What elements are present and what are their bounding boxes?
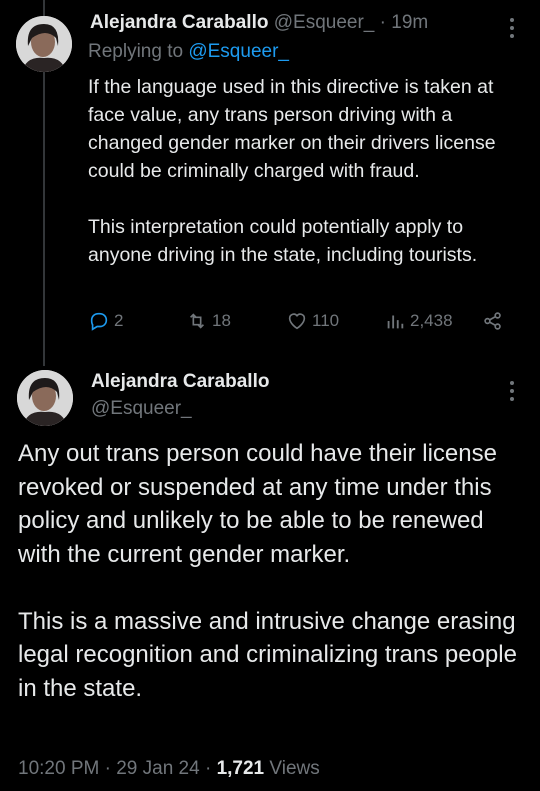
tweet-views-label: Views [269, 758, 320, 779]
main-avatar[interactable] [17, 370, 73, 426]
more-dots-icon[interactable] [509, 380, 515, 402]
tweet-meta: 10:20 PM · 29 Jan 24 · 1,721 Views [18, 758, 320, 779]
reply-author-name[interactable]: Alejandra Caraballo [90, 12, 268, 33]
main-author-name[interactable]: Alejandra Caraballo [91, 371, 269, 393]
avatar-image [16, 16, 72, 72]
reply-author-handle[interactable]: @Esqueer_ [274, 12, 375, 33]
replying-to-handle[interactable]: @Esqueer_ [188, 41, 289, 62]
reply-avatar[interactable] [16, 16, 72, 72]
reply-timestamp[interactable]: · 19m [380, 12, 429, 33]
retweet-count: 18 [212, 311, 231, 330]
views-button[interactable]: 2,438 [384, 310, 453, 332]
reply-count: 2 [114, 311, 124, 330]
views-chart-icon [387, 315, 404, 329]
retweet-button[interactable]: 18 [186, 310, 231, 332]
share-button[interactable] [482, 310, 504, 332]
reply-action-bar: 2 18 110 2,438 [88, 310, 518, 340]
like-count: 110 [312, 311, 340, 330]
tweet-date[interactable]: 29 Jan 24 [116, 758, 199, 779]
main-author-handle[interactable]: @Esqueer_ [91, 398, 192, 420]
avatar-image [17, 370, 73, 426]
heart-icon [288, 313, 306, 330]
views-count: 2,438 [410, 311, 453, 330]
reply-header: Alejandra Caraballo @Esqueer_ · 19m [90, 12, 428, 34]
tweet-views-count: 1,721 [216, 758, 265, 779]
reply-button[interactable]: 2 [88, 310, 123, 332]
tweet-time[interactable]: 10:20 PM [18, 758, 99, 779]
main-tweet-text: Any out trans person could have their li… [18, 440, 517, 702]
reply-tweet-text: If the language used in this directive i… [88, 76, 496, 266]
like-button[interactable]: 110 [286, 310, 339, 332]
replying-to-prefix: Replying to [88, 41, 189, 62]
share-icon [484, 312, 501, 330]
retweet-icon [189, 313, 205, 329]
more-dots-icon[interactable] [509, 17, 515, 39]
reply-icon [90, 312, 108, 331]
replying-to: Replying to @Esqueer_ [88, 41, 289, 63]
